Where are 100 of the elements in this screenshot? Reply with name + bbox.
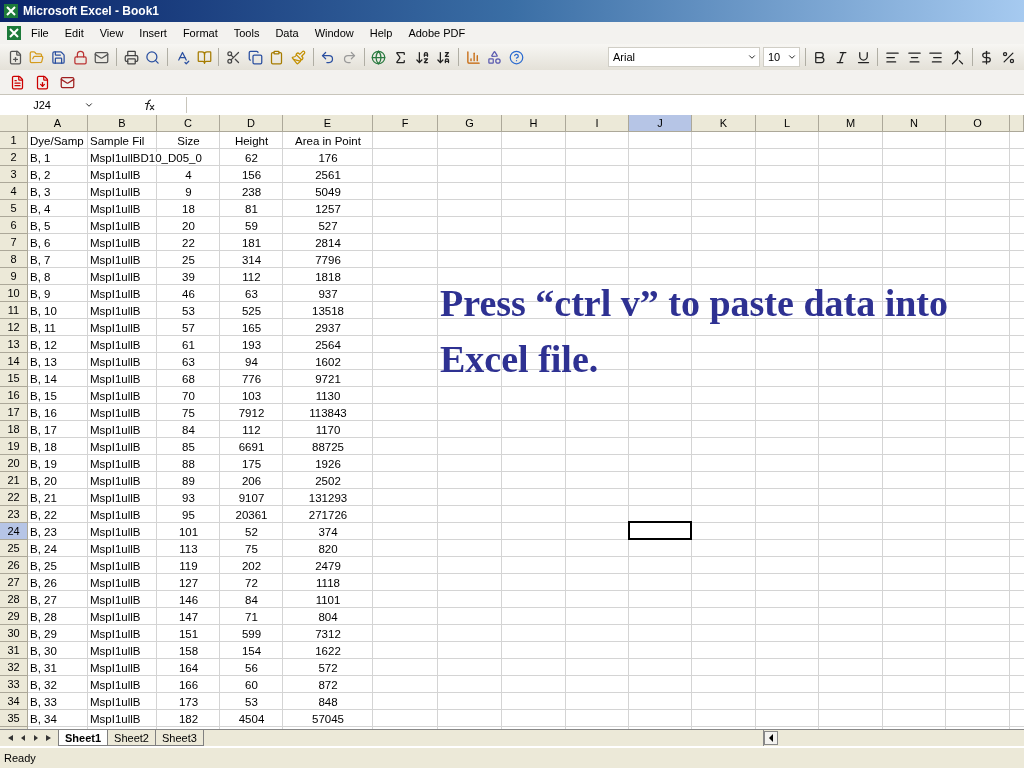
row-header[interactable]: 10 [0,285,28,302]
cell-text: 2564 [315,338,341,351]
cell-text: 872 [318,678,338,691]
cell-text: 1622 [315,644,341,657]
cell-text: 88 [182,457,195,470]
menu-item[interactable]: Adobe PDF [401,26,473,40]
column-header[interactable]: H [502,115,566,132]
cell-text: B, 33 [30,695,57,708]
row-header[interactable]: 26 [0,557,28,574]
menu-item[interactable]: Insert [132,26,174,40]
column-header[interactable]: F [373,115,438,132]
permission-icon [72,49,88,65]
row-header[interactable]: 22 [0,489,28,506]
column-header[interactable]: E [283,115,373,132]
row-header[interactable]: 17 [0,404,28,421]
sheet-tab[interactable]: Sheet3 [154,730,204,746]
menu-item[interactable]: File [24,26,56,40]
cell-text: MspI1ullB [90,236,141,249]
previous-sheet-icon[interactable] [19,734,27,742]
name-box[interactable]: J24 [0,99,84,111]
row-header[interactable]: 32 [0,659,28,676]
column-header[interactable]: D [220,115,283,132]
column-header[interactable]: M [819,115,883,132]
row-header[interactable]: 30 [0,625,28,642]
row-header[interactable]: 24 [0,523,28,540]
row-header[interactable]: 16 [0,387,28,404]
first-sheet-icon[interactable] [6,734,14,742]
cell-text: 88725 [312,440,344,453]
cell-text: 85 [182,440,195,453]
cell-text: B, 17 [30,423,57,436]
column-header[interactable]: A [28,115,88,132]
row-header[interactable]: 2 [0,149,28,166]
menu-item[interactable]: Data [268,26,306,40]
cell-text: B, 7 [30,253,51,266]
font-dropdown[interactable]: Arial [608,47,760,67]
row-header[interactable]: 4 [0,183,28,200]
menu-item[interactable]: Help [362,26,400,40]
column-header[interactable]: K [692,115,756,132]
row-header[interactable]: 14 [0,353,28,370]
caret-icon[interactable] [84,100,94,110]
row-header[interactable]: 29 [0,608,28,625]
caret-icon [786,52,797,62]
column-header[interactable]: L [756,115,819,132]
function-icon[interactable] [142,99,156,111]
cell-text: 374 [318,525,338,538]
row-header[interactable]: 6 [0,217,28,234]
column-header[interactable]: O [946,115,1010,132]
cell-text: B, 21 [30,491,57,504]
column-header[interactable]: N [883,115,946,132]
cell-text: B, 22 [30,508,57,521]
row-header[interactable]: 19 [0,438,28,455]
cell-text: 238 [241,185,262,198]
cell-text: MspI1ullB [90,627,141,640]
column-header[interactable]: G [438,115,502,132]
row-header[interactable]: 25 [0,540,28,557]
row-header[interactable]: 8 [0,251,28,268]
row-header[interactable]: 31 [0,642,28,659]
save-icon [51,49,67,65]
row-header[interactable]: 15 [0,370,28,387]
menu-item[interactable]: Format [175,26,225,40]
menu-item[interactable]: Window [307,26,361,40]
row-header[interactable]: 5 [0,200,28,217]
cell-text: 89 [182,474,195,487]
row-header[interactable]: 20 [0,455,28,472]
cell-text: 75 [182,406,195,419]
row-header[interactable]: 33 [0,676,28,693]
row-header[interactable]: 9 [0,268,28,285]
cell-text: MspI1ullB [90,270,141,283]
row-header[interactable]: 1 [0,132,28,149]
column-header[interactable]: C [157,115,220,132]
row-header[interactable]: 23 [0,506,28,523]
last-sheet-icon[interactable] [45,734,53,742]
row-header[interactable]: 13 [0,336,28,353]
row-header[interactable]: 34 [0,693,28,710]
menu-item[interactable]: Tools [226,26,267,40]
row-header[interactable]: 35 [0,710,28,727]
row-header[interactable]: 21 [0,472,28,489]
cell-text: MspI1ullB [90,287,141,300]
cell-text: 61 [182,338,195,351]
row-header[interactable]: 11 [0,302,28,319]
row-header[interactable]: 27 [0,574,28,591]
column-header[interactable]: B [88,115,157,132]
cell-text: B, 5 [30,219,51,232]
menu-item[interactable]: Edit [57,26,91,40]
sheet-tab[interactable]: Sheet1 [58,730,109,746]
font-size-dropdown[interactable]: 10 [762,47,800,67]
cell-text: 112 [242,423,261,436]
cell-text: 81 [245,202,258,215]
cell-text: B, 31 [30,661,57,674]
menu-item[interactable]: View [92,26,131,40]
next-sheet-icon[interactable] [32,734,40,742]
row-header[interactable]: 12 [0,319,28,336]
row-header[interactable]: 28 [0,591,28,608]
cell-text: 113843 [309,406,347,419]
column-header[interactable]: J [629,115,692,132]
column-header[interactable]: I [566,115,629,132]
scroll-left-button[interactable] [764,731,778,745]
row-header[interactable]: 3 [0,166,28,183]
row-header[interactable]: 7 [0,234,28,251]
row-header[interactable]: 18 [0,421,28,438]
